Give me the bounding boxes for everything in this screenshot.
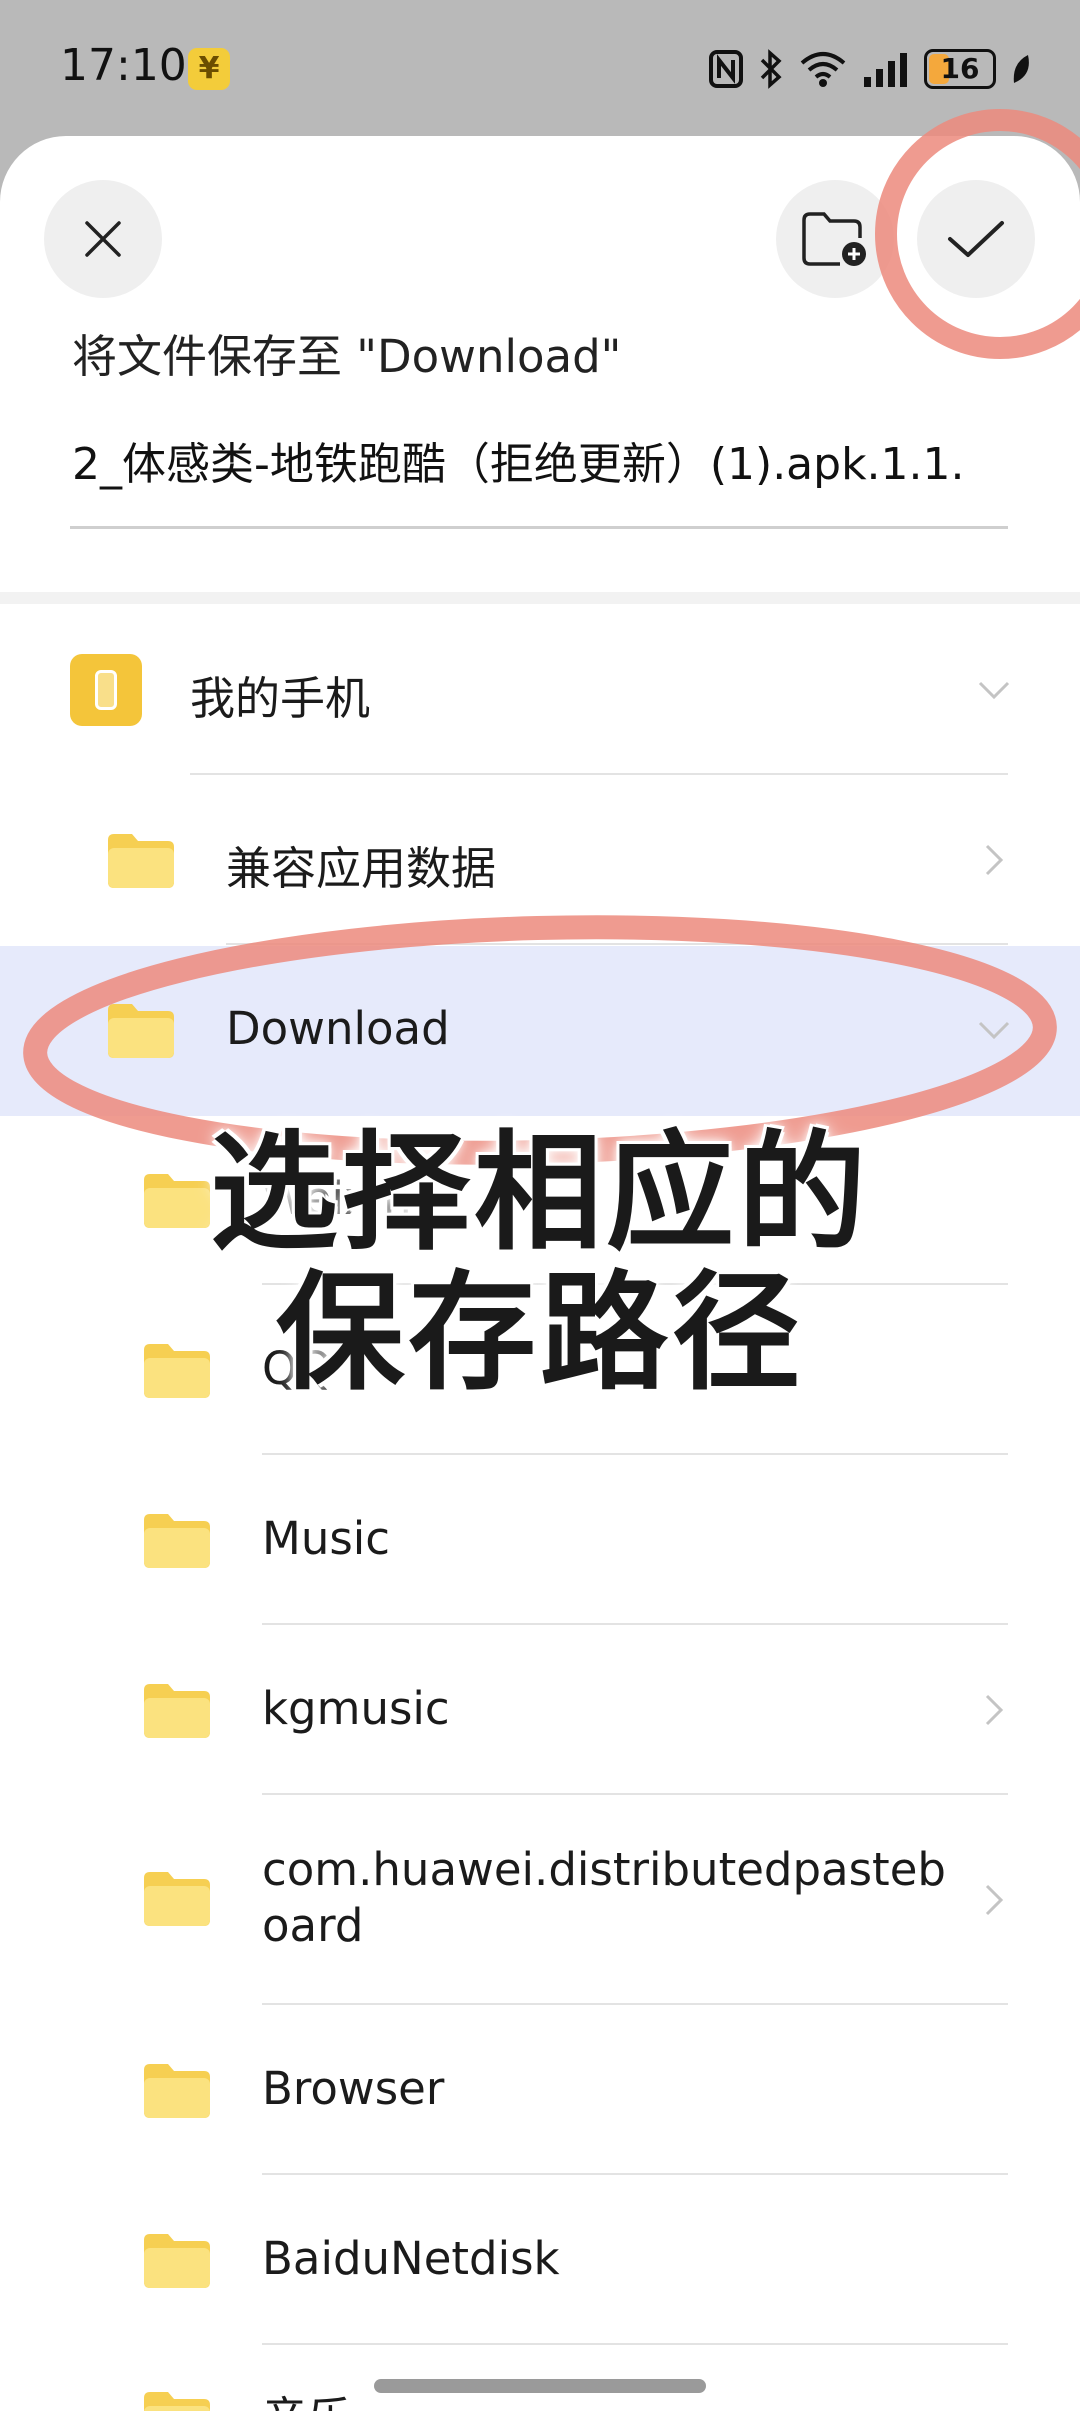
row-divider (262, 1453, 1008, 1455)
row-divider (262, 2003, 1008, 2005)
tree-item-browser[interactable]: Browser (0, 2006, 1080, 2176)
signal-icon (864, 53, 907, 87)
home-indicator[interactable] (374, 2379, 706, 2393)
leaf-icon (1013, 55, 1029, 83)
row-divider (262, 2343, 1008, 2345)
filename-underline (70, 526, 1008, 529)
tree-item-download[interactable]: Download (0, 946, 1080, 1116)
tree-item-label: kgmusic (262, 1682, 450, 1735)
filename-input[interactable]: 2_体感类-地铁跑酷（拒绝更新）(1).apk.1.1. (72, 428, 1008, 492)
annotation-line2: 保存路径 (275, 1259, 804, 1408)
tree-item-label: BaiduNetdisk (262, 2232, 560, 2285)
battery-indicator: 16 (924, 49, 996, 89)
row-divider (226, 943, 1008, 945)
tree-item-music[interactable]: Music (0, 1456, 1080, 1626)
phone-storage-icon (70, 654, 142, 726)
check-icon (948, 221, 1004, 257)
tree-item-label: Music (262, 1512, 391, 1565)
tree-item-baidunetdisk[interactable]: BaiduNetdisk (0, 2176, 1080, 2346)
battery-level: 16 (940, 52, 980, 85)
nfc-icon (709, 50, 743, 88)
tree-root-my-phone[interactable]: 我的手机 (0, 606, 1080, 776)
tree-item-distributedpasteboard[interactable]: com.huawei.distributedpasteboard (0, 1796, 1080, 2006)
tree-item-compat-data[interactable]: 兼容应用数据 (0, 776, 1080, 946)
tree-item-label: 音乐 (262, 2382, 352, 2411)
folder-icon (108, 834, 174, 888)
folder-icon (144, 2234, 210, 2288)
save-location-title: 将文件保存至 "Download" (72, 330, 622, 383)
tree-item-label: 兼容应用数据 (226, 842, 497, 895)
bluetooth-icon (760, 49, 782, 89)
tree-item-label: Browser (262, 2062, 445, 2115)
chevron-down-icon (978, 681, 1010, 700)
folder-icon (144, 1872, 210, 1926)
close-button[interactable] (44, 180, 162, 298)
row-divider (262, 1793, 1008, 1795)
new-folder-icon (802, 212, 866, 266)
folder-icon (144, 2392, 210, 2411)
chevron-right-icon (985, 1884, 1004, 1916)
new-folder-button[interactable] (776, 180, 894, 298)
confirm-button[interactable] (917, 180, 1035, 298)
payment-app-icon: ¥ (188, 48, 230, 90)
tree-item-kgmusic[interactable]: kgmusic (0, 1626, 1080, 1796)
chevron-right-icon (985, 844, 1004, 876)
tree-item-label: Download (226, 1002, 450, 1055)
folder-icon (144, 1514, 210, 1568)
status-bar: 17:10 ¥ 16 (0, 0, 1080, 136)
row-divider (190, 773, 1008, 775)
section-separator (0, 592, 1080, 604)
folder-icon (108, 1004, 174, 1058)
status-time: 17:10 (60, 40, 187, 91)
folder-icon (144, 2064, 210, 2118)
chevron-right-icon (985, 1694, 1004, 1726)
row-divider (262, 2173, 1008, 2175)
row-divider (262, 1623, 1008, 1625)
tree-item-label: com.huawei.distributedpasteboard (262, 1843, 946, 1952)
root-label: 我的手机 (190, 672, 371, 725)
chevron-down-icon (978, 1021, 1010, 1040)
annotation-line1: 选择相应的 (209, 1119, 870, 1268)
status-icons: 16 (708, 44, 1032, 94)
folder-icon (144, 1684, 210, 1738)
close-icon (85, 221, 121, 257)
wifi-icon (800, 52, 846, 87)
